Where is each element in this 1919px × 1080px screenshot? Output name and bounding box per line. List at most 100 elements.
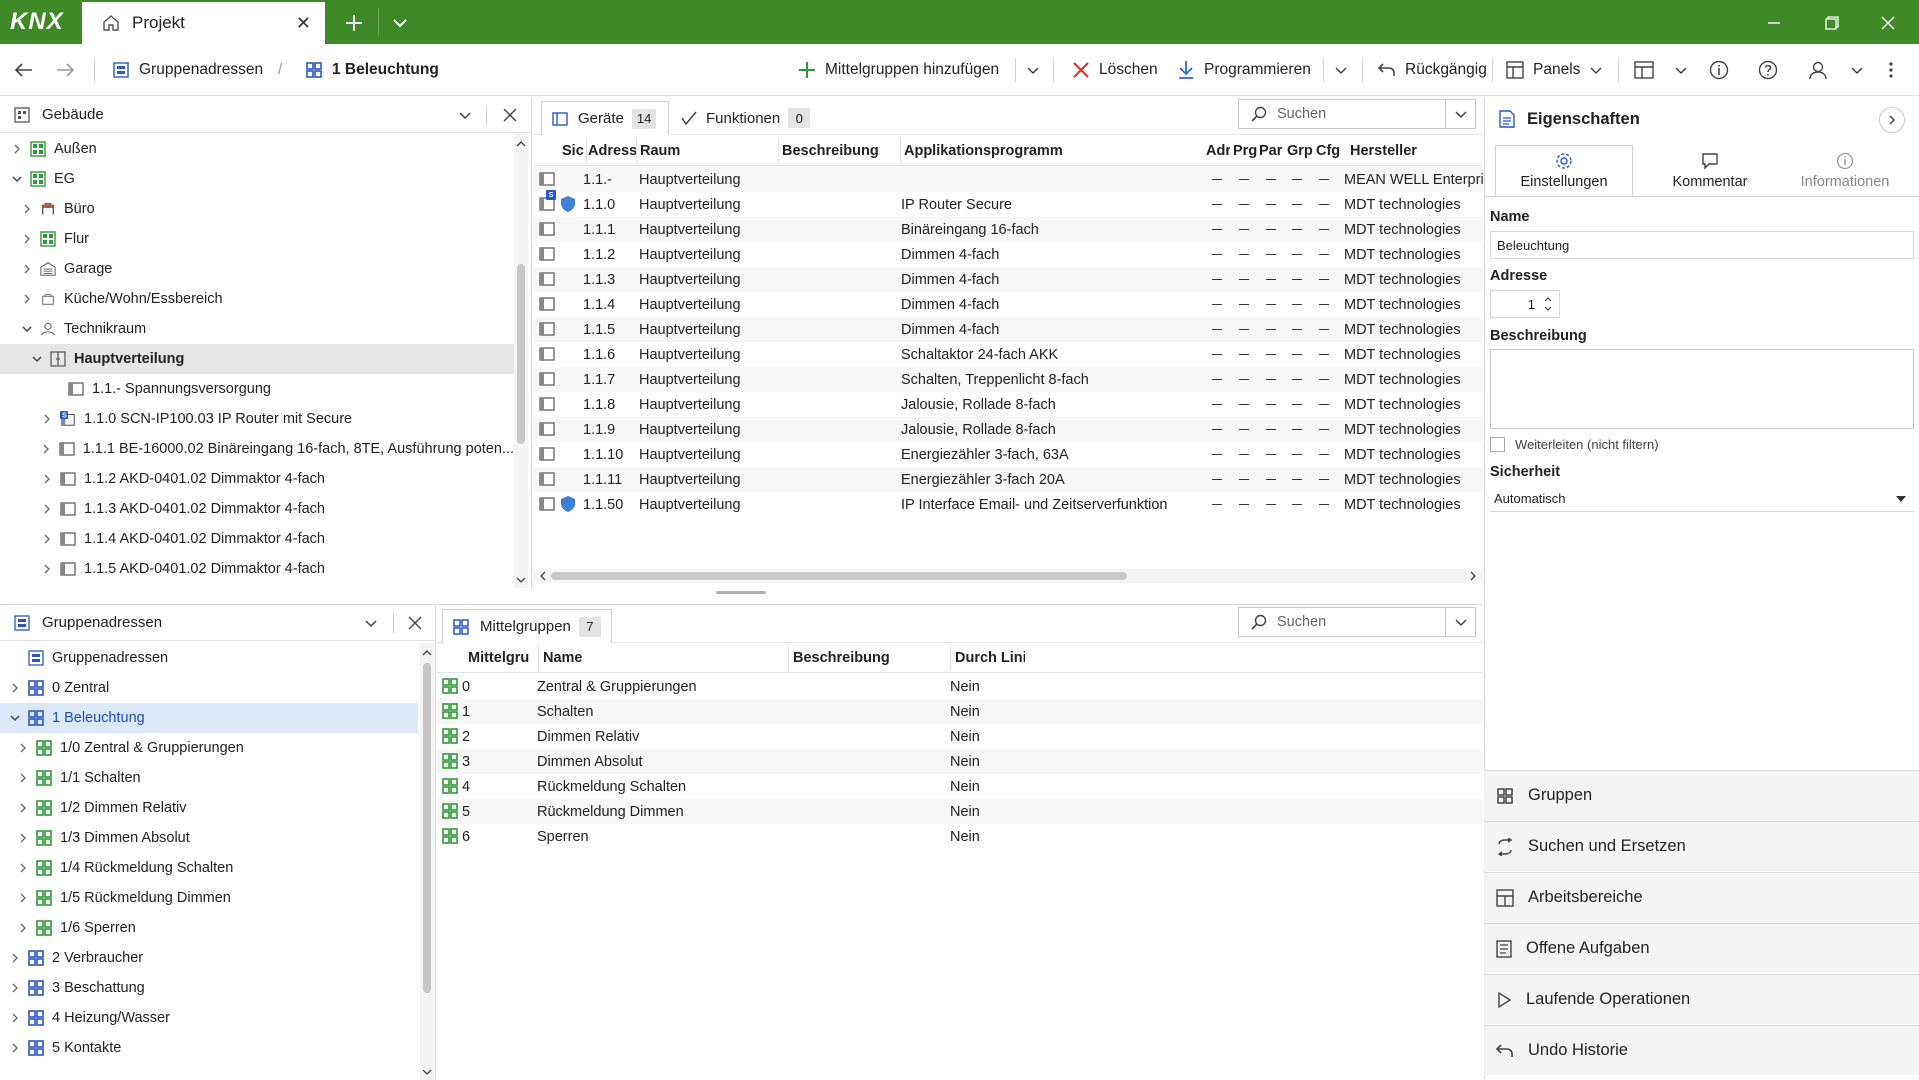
chevron-right-icon[interactable] xyxy=(20,262,34,276)
info-icon[interactable] xyxy=(1709,44,1738,96)
building-tree-item[interactable]: Garage xyxy=(0,254,514,284)
group-address-tree-item[interactable]: 1/3 Dimmen Absolut xyxy=(0,823,418,853)
group-address-scrollbar[interactable] xyxy=(420,643,434,1080)
chevron-right-icon[interactable] xyxy=(40,472,54,486)
devices-column-header[interactable]: Beschreibung xyxy=(782,136,900,166)
middle-group-row[interactable]: 4 Rückmeldung Schalten Nein xyxy=(437,774,1483,799)
chevron-right-icon[interactable] xyxy=(16,921,30,935)
column-divider[interactable] xyxy=(900,138,901,164)
middle-group-row[interactable]: 3 Dimmen Absolut Nein xyxy=(437,749,1483,774)
device-row[interactable]: S 1.1.0 Hauptverteilung IP Router Secure MDT… xyxy=(533,190,1483,217)
devices-column-header[interactable]: Cfg xyxy=(1316,136,1340,166)
chevron-right-icon[interactable] xyxy=(8,981,22,995)
chevron-down-icon[interactable] xyxy=(10,172,24,186)
devices-column-header[interactable]: Adresse xyxy=(588,136,636,166)
program-dropdown-chevron-icon[interactable] xyxy=(1334,44,1357,96)
panels-button[interactable]: Panels xyxy=(1506,44,1603,96)
column-divider[interactable] xyxy=(538,645,539,671)
add-dropdown-chevron-icon[interactable] xyxy=(1026,44,1049,96)
chevron-right-icon[interactable] xyxy=(8,681,22,695)
chevron-right-icon[interactable] xyxy=(8,951,22,965)
devices-column-header[interactable]: Hersteller xyxy=(1350,136,1480,166)
undo-button[interactable]: Rückgängig xyxy=(1378,44,1487,96)
device-row[interactable]: 1.1.7 Hauptverteilung Schalten, Treppenlic… xyxy=(533,367,1483,392)
devices-search-input[interactable]: Suchen xyxy=(1238,99,1446,129)
device-row[interactable]: 1.1.9 Hauptverteilung Jalousie, Rollade 8-… xyxy=(533,417,1483,442)
program-button[interactable]: Programmieren xyxy=(1177,44,1311,96)
close-window-icon[interactable] xyxy=(1866,2,1910,44)
building-scrollbar[interactable] xyxy=(514,134,528,588)
building-tree-item[interactable]: 1.1.3 AKD-0401.02 Dimmaktor 4-fach xyxy=(0,494,514,524)
middle-groups-column-header[interactable]: Durch Lini xyxy=(955,643,1025,673)
middle-groups-column-header[interactable]: Mittelgru xyxy=(468,643,534,673)
chevron-right-icon[interactable] xyxy=(10,142,24,156)
middle-groups-search-input[interactable]: Suchen xyxy=(1238,607,1446,637)
column-divider[interactable] xyxy=(788,645,789,671)
device-row[interactable]: 1.1.2 Hauptverteilung Dimmen 4-fach MDT tec… xyxy=(533,242,1483,267)
chevron-right-icon[interactable] xyxy=(40,532,54,546)
devices-column-header[interactable]: Par xyxy=(1259,136,1283,166)
tab-devices[interactable]: Geräte 14 xyxy=(541,101,669,135)
side-button[interactable]: Laufende Operationen xyxy=(1484,974,1919,1024)
group-address-tree-item[interactable]: Gruppenadressen xyxy=(0,643,418,673)
group-address-tree-item[interactable]: 2 Verbraucher xyxy=(0,943,418,973)
group-address-tree-item[interactable]: 1/6 Sperren xyxy=(0,913,418,943)
middle-groups-column-header[interactable]: Name xyxy=(543,643,783,673)
building-panel-close-icon[interactable] xyxy=(503,108,517,122)
group-address-panel-close-icon[interactable] xyxy=(408,616,422,630)
device-row[interactable]: 1.1.5 Hauptverteilung Dimmen 4-fach MDT tec… xyxy=(533,317,1483,342)
project-tab[interactable]: Projekt ✕ xyxy=(82,2,325,44)
building-tree-item[interactable]: Büro xyxy=(0,194,514,224)
breadcrumb-current[interactable]: 1 Beleuchtung xyxy=(305,44,439,96)
group-address-tree-item[interactable]: 1/0 Zentral & Gruppierungen xyxy=(0,733,418,763)
devices-hscrollbar[interactable] xyxy=(533,569,1483,583)
group-address-tree-item[interactable]: 3 Beschattung xyxy=(0,973,418,1003)
splitter-grip[interactable] xyxy=(716,591,766,594)
devices-column-header[interactable]: Sic xyxy=(562,136,586,166)
column-divider[interactable] xyxy=(586,138,587,164)
close-tab-icon[interactable]: ✕ xyxy=(296,13,311,34)
chevron-right-icon[interactable] xyxy=(20,232,34,246)
forward-icon[interactable] xyxy=(55,44,84,96)
tab-information[interactable]: Informationen xyxy=(1780,145,1910,197)
middle-group-row[interactable]: 6 Sperren Nein xyxy=(437,824,1483,849)
device-row[interactable]: 1.1.11 Hauptverteilung Energiezähler 3-fac… xyxy=(533,467,1483,492)
middle-group-row[interactable]: 5 Rückmeldung Dimmen Nein xyxy=(437,799,1483,824)
tab-functions[interactable]: Funktionen 0 xyxy=(681,101,811,135)
column-divider[interactable] xyxy=(778,138,779,164)
devices-column-header[interactable]: Raum xyxy=(640,136,778,166)
collapse-panel-chevron-icon[interactable] xyxy=(1879,107,1905,133)
side-button[interactable]: Arbeitsbereiche xyxy=(1484,872,1919,922)
devices-column-header[interactable]: Grp xyxy=(1287,136,1313,166)
group-address-dropdown-chevron-icon[interactable] xyxy=(364,616,378,630)
user-icon[interactable] xyxy=(1808,44,1837,96)
side-button[interactable]: Undo Historie xyxy=(1484,1025,1919,1075)
name-field[interactable]: Beleuchtung xyxy=(1490,231,1914,259)
side-button[interactable]: Gruppen xyxy=(1484,770,1919,820)
middle-groups-search-dropdown-chevron-icon[interactable] xyxy=(1446,607,1476,637)
building-dropdown-chevron-icon[interactable] xyxy=(458,108,472,122)
chevron-right-icon[interactable] xyxy=(40,502,54,516)
device-row[interactable]: 1.1.4 Hauptverteilung Dimmen 4-fach MDT tec… xyxy=(533,292,1483,317)
chevron-right-icon[interactable] xyxy=(8,651,22,665)
new-tab-plus-icon[interactable] xyxy=(332,2,376,44)
building-tree-item[interactable]: Außen xyxy=(0,134,514,164)
side-button[interactable]: Offene Aufgaben xyxy=(1484,923,1919,973)
tab-settings[interactable]: Einstellungen xyxy=(1495,145,1633,197)
chevron-right-icon[interactable] xyxy=(16,771,30,785)
workspace-icon[interactable] xyxy=(1634,44,1663,96)
device-row[interactable]: 1.1.- Hauptverteilung MEAN WELL Enterpri xyxy=(533,167,1483,192)
middle-group-row[interactable]: 2 Dimmen Relativ Nein xyxy=(437,724,1483,749)
chevron-right-icon[interactable] xyxy=(40,412,54,426)
device-row[interactable]: 1.1.10 Hauptverteilung Energiezähler 3-fac… xyxy=(533,442,1483,467)
building-tree-item[interactable]: Flur xyxy=(0,224,514,254)
workspace-chevron-icon[interactable] xyxy=(1674,44,1697,96)
devices-column-header[interactable]: Applikationsprogramm xyxy=(904,136,1194,166)
chevron-right-icon[interactable] xyxy=(8,1041,22,1055)
building-tree-item[interactable]: Küche/Wohn/Essbereich xyxy=(0,284,514,314)
middle-group-row[interactable]: 1 Schalten Nein xyxy=(437,699,1483,724)
chevron-right-icon[interactable] xyxy=(16,831,30,845)
devices-column-header[interactable]: Prg xyxy=(1233,136,1257,166)
group-address-tree-item[interactable]: 1/2 Dimmen Relativ xyxy=(0,793,418,823)
address-stepper[interactable]: 1 xyxy=(1490,290,1560,318)
